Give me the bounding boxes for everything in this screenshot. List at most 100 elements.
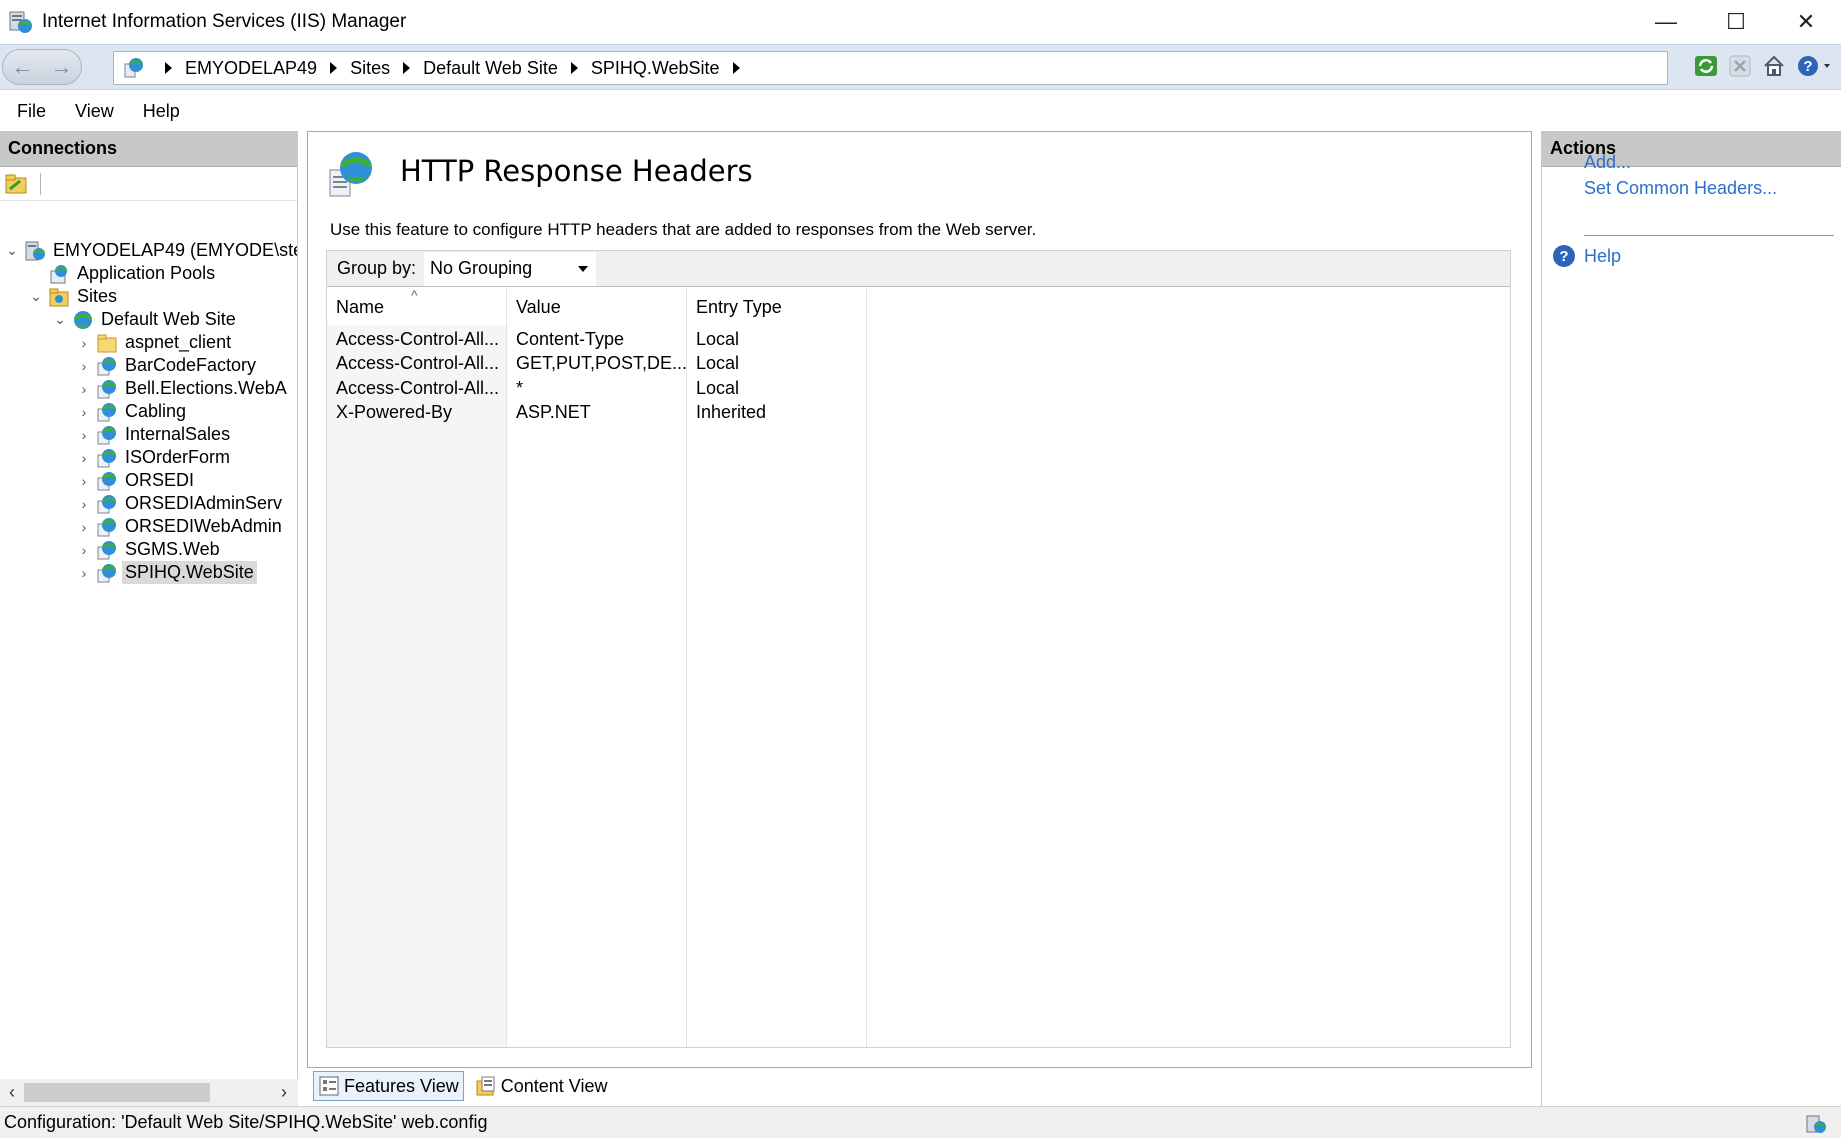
globe-page-icon (124, 58, 143, 78)
breadcrumb-separator-icon[interactable] (330, 62, 338, 74)
help-dropdown-button[interactable]: ? (1795, 53, 1835, 79)
tab-label: Content View (500, 1075, 608, 1096)
help-icon: ? (1798, 56, 1830, 76)
column-header-entry-type[interactable]: Entry Type (687, 289, 867, 325)
chevron-right-icon[interactable]: › (76, 565, 92, 581)
add-link[interactable]: Add... (1584, 152, 1631, 173)
column-header-value[interactable]: Value (507, 289, 687, 325)
chevron-down-icon[interactable]: ⌄ (52, 311, 68, 328)
connections-tree: ⌄ EMYODELAP49 (EMYODE\ste Application Pool… (0, 201, 297, 1091)
breadcrumb-separator-icon[interactable] (165, 62, 172, 74)
breadcrumb[interactable]: EMYODELAP49 Sites Default Web Site SPIHQ… (113, 51, 1668, 85)
help-link[interactable]: Help (1584, 246, 1621, 267)
sort-ascending-icon: ^ (411, 287, 418, 303)
grid-header: ^ Name Value Entry Type (327, 287, 1510, 325)
breadcrumb-item-default-web-site[interactable]: Default Web Site (423, 58, 558, 79)
chevron-down-icon[interactable]: ⌄ (28, 288, 44, 305)
stop-icon (1729, 55, 1751, 77)
tree-node-label: EMYODELAP49 (EMYODE\ste (53, 240, 297, 260)
chevron-down-icon (578, 265, 589, 272)
breadcrumb-separator-icon[interactable] (570, 62, 578, 74)
connect-icon[interactable] (4, 173, 28, 195)
window-title: Internet Information Services (IIS) Mana… (42, 11, 407, 32)
scroll-right-icon[interactable]: › (272, 1082, 296, 1103)
column-header-label: Value (516, 296, 561, 317)
actions-panel: Actions Add... Set Common Headers... ? H… (1541, 131, 1841, 1106)
web-app-icon (97, 425, 116, 444)
chevron-right-icon[interactable]: › (76, 358, 92, 374)
scroll-left-icon[interactable]: ‹ (0, 1082, 24, 1103)
set-common-headers-link[interactable]: Set Common Headers... (1584, 178, 1777, 199)
tree-node-label: Default Web Site (101, 309, 236, 329)
home-button[interactable] (1761, 53, 1787, 79)
table-row[interactable]: X-Powered-By ASP.NET Inherited (327, 399, 867, 427)
toolbar-divider (40, 172, 41, 195)
value-column-background (507, 325, 687, 1047)
menu-view[interactable]: View (58, 101, 126, 122)
breadcrumb-item-spihq[interactable]: SPIHQ.WebSite (591, 58, 720, 79)
tree-node-label: ORSEDIAdminServ (125, 493, 283, 513)
tree-node-label: ORSEDI (125, 470, 195, 490)
chevron-right-icon[interactable]: › (76, 542, 92, 558)
grid-body: Access-Control-All... Content-Type Local Ac… (327, 325, 1510, 1047)
status-bar: Configuration: 'Default Web Site/SPIHQ.W… (0, 1106, 1841, 1138)
connections-toolbar (0, 167, 297, 201)
refresh-button[interactable] (1693, 53, 1719, 79)
http-response-headers-icon (329, 152, 372, 197)
chevron-right-icon[interactable]: › (76, 473, 92, 489)
sites-folder-icon (49, 288, 69, 306)
chevron-right-icon[interactable]: › (76, 404, 92, 420)
web-app-icon (97, 448, 116, 467)
chevron-right-icon[interactable]: › (76, 335, 92, 351)
back-arrow-icon[interactable]: ← (12, 54, 34, 80)
content-view-icon (476, 1076, 495, 1096)
breadcrumb-item-server[interactable]: EMYODELAP49 (185, 58, 317, 79)
menu-bar: File View Help (0, 91, 1841, 131)
breadcrumb-separator-icon[interactable] (732, 62, 740, 74)
forward-arrow-icon[interactable]: → (51, 54, 73, 80)
web-app-icon (97, 379, 116, 398)
chevron-right-icon[interactable]: › (76, 519, 92, 535)
chevron-right-icon[interactable]: › (76, 427, 92, 443)
tab-features-view[interactable]: Features View (313, 1071, 464, 1101)
group-by-select[interactable]: No Grouping (424, 251, 597, 286)
chevron-right-icon[interactable]: › (76, 496, 92, 512)
address-toolbar: ? (1693, 53, 1835, 79)
chevron-right-icon[interactable]: › (76, 450, 92, 466)
tree-node[interactable]: › SPIHQ.WebSite (76, 559, 257, 586)
entry-type-column-background (687, 325, 867, 1047)
title-bar: Internet Information Services (IIS) Mana… (0, 0, 1841, 44)
home-icon (1764, 55, 1784, 76)
feature-pane: HTTP Response Headers Use this feature t… (307, 131, 1532, 1068)
maximize-button[interactable]: ☐ (1701, 0, 1771, 44)
menu-help[interactable]: Help (126, 101, 192, 122)
features-view-icon (319, 1076, 339, 1096)
tree-node-label: SPIHQ.WebSite (122, 561, 257, 584)
breadcrumb-item-sites[interactable]: Sites (350, 58, 390, 79)
horizontal-scrollbar[interactable]: ‹ › (0, 1079, 298, 1106)
tree-node-label: InternalSales (125, 424, 231, 444)
breadcrumb-separator-icon[interactable] (403, 62, 411, 74)
page-title: HTTP Response Headers (400, 154, 753, 188)
svg-text:?: ? (1803, 58, 1812, 75)
tab-content-view[interactable]: Content View (470, 1071, 613, 1101)
tree-node-label: ORSEDIWebAdmin (125, 516, 282, 536)
column-header-name[interactable]: ^ Name (327, 287, 507, 325)
view-tabs: Features View Content View (313, 1069, 612, 1103)
tree-node-label: aspnet_client (125, 332, 232, 352)
cell-value: ASP.NET (516, 402, 591, 422)
group-by-bar: Group by: No Grouping (327, 251, 1510, 287)
chevron-down-icon[interactable]: ⌄ (4, 242, 20, 259)
column-header-label: Name (336, 296, 385, 317)
scrollbar-thumb[interactable] (24, 1083, 210, 1102)
minimize-button[interactable]: — (1631, 0, 1701, 44)
menu-file[interactable]: File (0, 101, 58, 122)
group-by-label: Group by: (337, 258, 417, 278)
web-app-icon (97, 494, 116, 513)
tree-node-label: BarCodeFactory (125, 355, 257, 375)
help-icon[interactable]: ? (1552, 244, 1576, 268)
chevron-right-icon[interactable]: › (76, 381, 92, 397)
close-button[interactable]: ✕ (1771, 0, 1841, 44)
stop-button[interactable] (1727, 53, 1753, 79)
globe-icon (73, 310, 93, 329)
